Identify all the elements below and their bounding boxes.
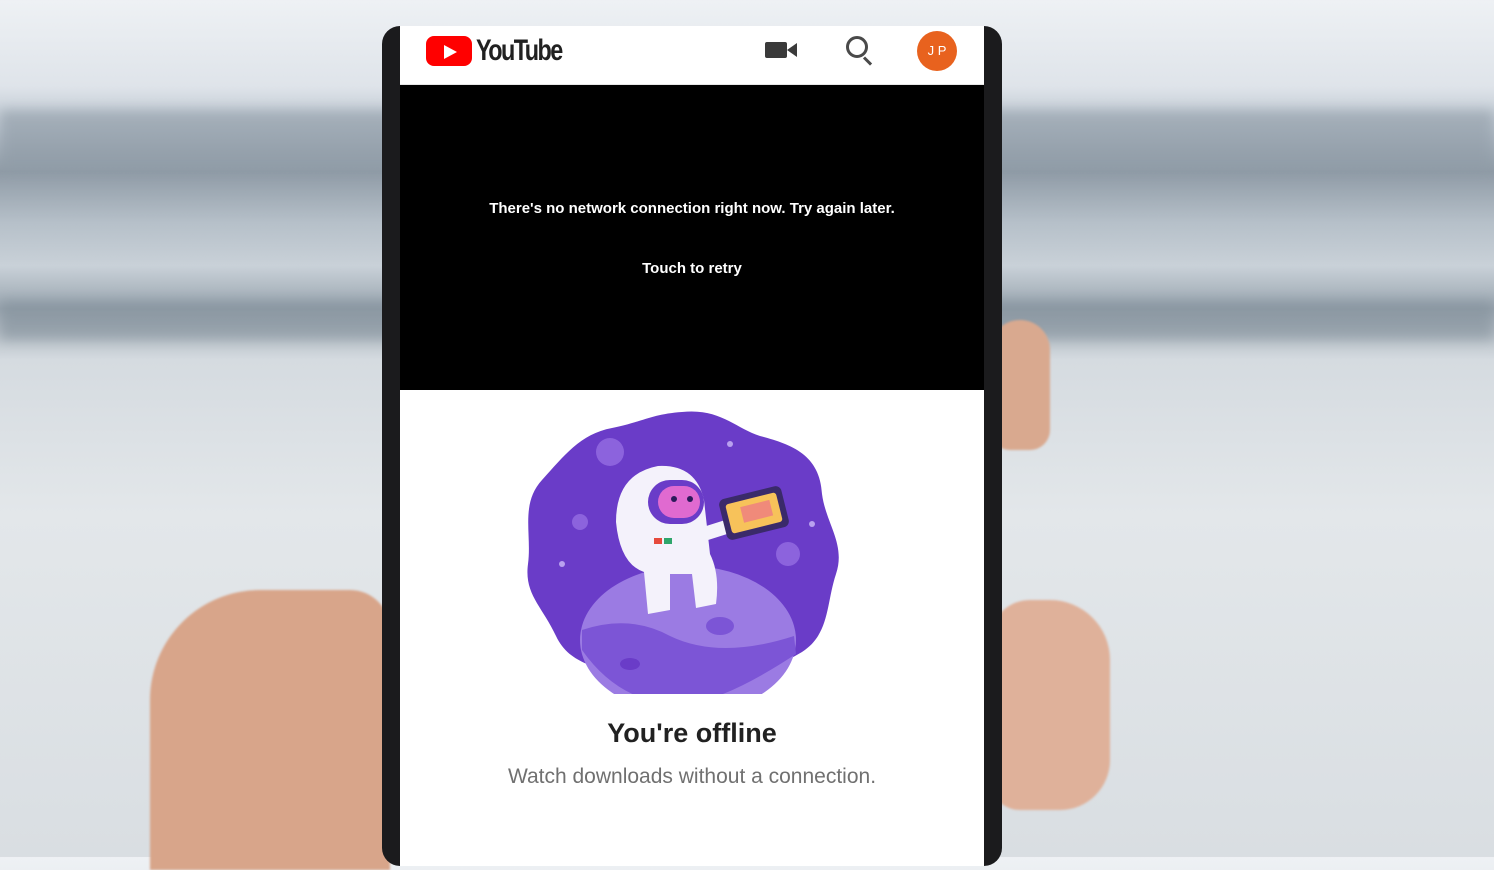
video-camera-icon[interactable] <box>765 42 797 58</box>
offline-title: You're offline <box>607 718 777 748</box>
palm-left <box>150 590 390 870</box>
youtube-logo-icon[interactable] <box>426 36 472 66</box>
network-error-message: There's no network connection right now.… <box>489 200 895 217</box>
avatar[interactable]: J P <box>917 31 957 71</box>
offline-subtitle: Watch downloads without a connection. <box>507 765 877 788</box>
phone-frame: YouTube J P There's no network connectio… <box>382 26 1002 866</box>
app-header: YouTube J P <box>400 26 984 85</box>
search-icon[interactable] <box>846 36 868 58</box>
astronaut-illustration <box>527 411 839 694</box>
phone-screen: YouTube J P There's no network connectio… <box>400 26 984 866</box>
retry-button[interactable]: Touch to retry <box>400 260 984 277</box>
youtube-wordmark[interactable]: YouTube <box>476 34 563 68</box>
video-player[interactable]: There's no network connection right now.… <box>400 85 984 390</box>
finger-right <box>990 600 1110 810</box>
